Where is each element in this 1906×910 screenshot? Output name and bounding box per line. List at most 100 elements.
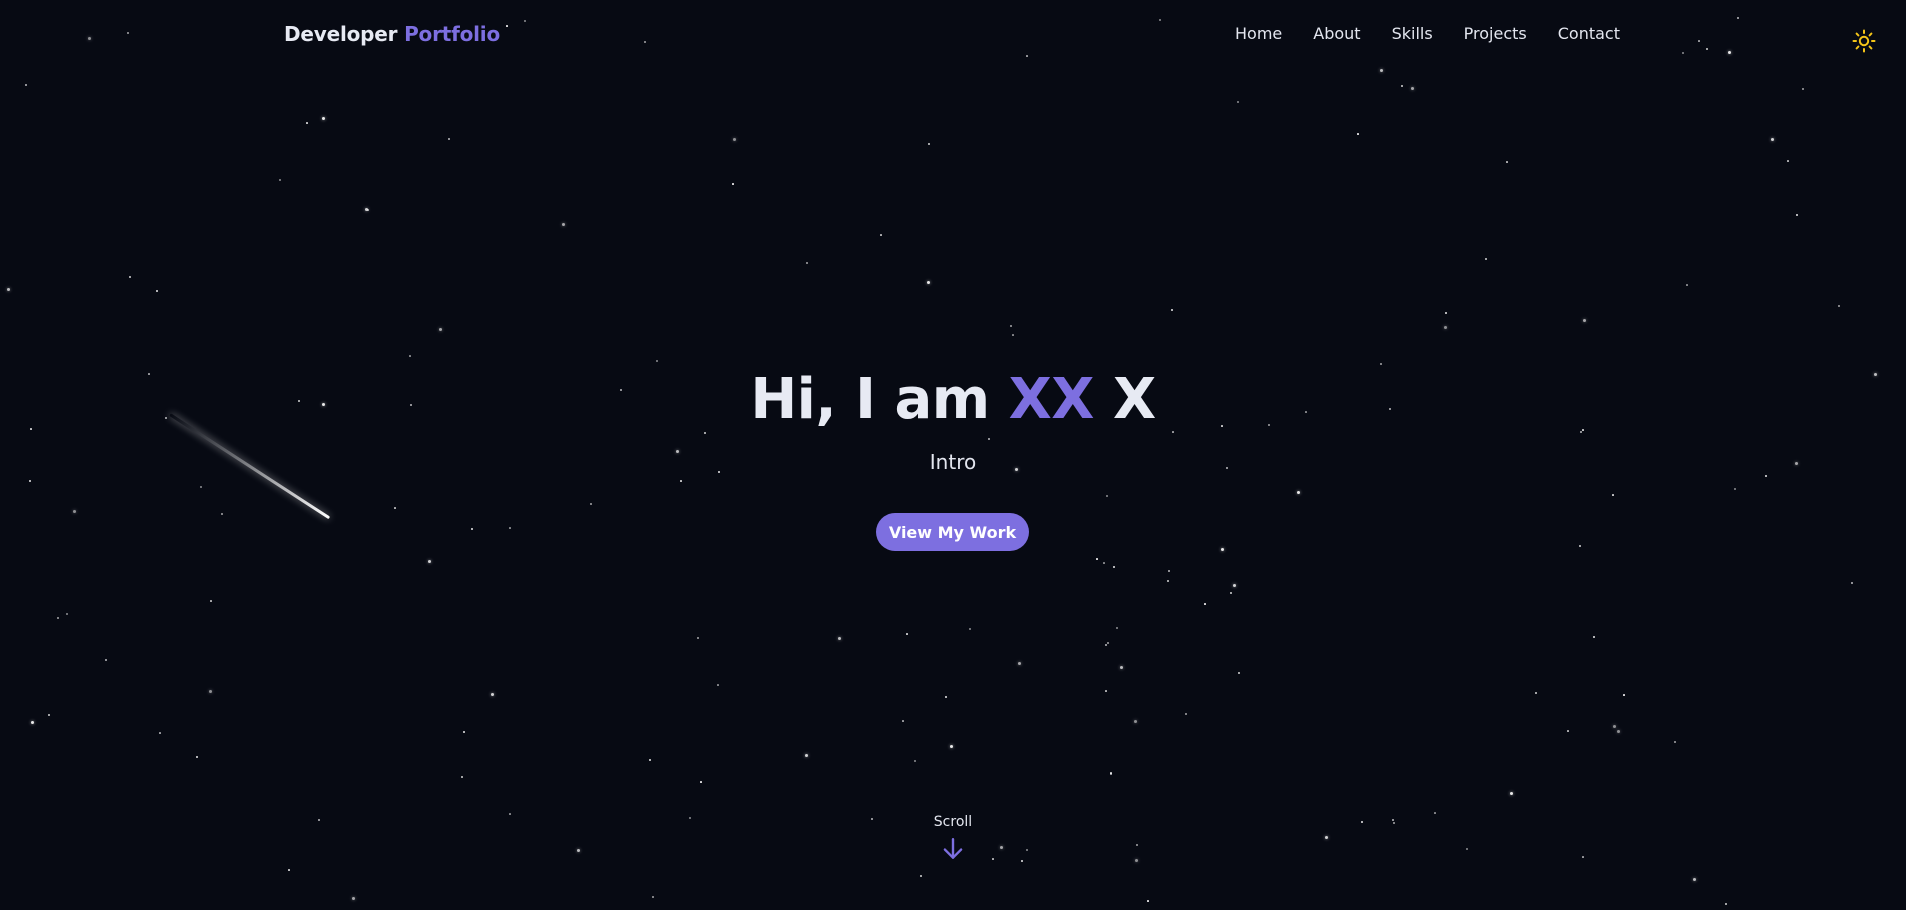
theme-toggle-button[interactable] <box>1851 28 1877 54</box>
star <box>945 696 948 699</box>
star <box>306 122 308 124</box>
star <box>1018 662 1021 665</box>
star <box>491 693 494 696</box>
star <box>1120 666 1123 669</box>
star <box>461 776 464 779</box>
hero-subtitle: Intro <box>929 450 977 474</box>
site-logo[interactable]: Developer Portfolio <box>284 22 500 46</box>
star <box>1411 87 1414 90</box>
hero-section: Developer Portfolio Home About Skills Pr… <box>0 0 1906 910</box>
star <box>880 234 882 236</box>
star <box>927 281 930 284</box>
star <box>1698 40 1700 42</box>
star <box>288 869 290 871</box>
star <box>562 223 565 226</box>
hero-title: Hi, I am XX X <box>0 367 1906 433</box>
star <box>196 756 199 759</box>
star <box>221 513 224 516</box>
star <box>31 721 34 724</box>
star <box>590 503 593 506</box>
star <box>1357 133 1359 135</box>
star <box>409 355 411 357</box>
star <box>969 628 972 631</box>
arrow-down-icon <box>943 838 963 859</box>
star <box>1434 812 1436 814</box>
star <box>1737 17 1740 20</box>
star <box>1392 819 1395 822</box>
star <box>1096 558 1098 560</box>
star <box>838 637 841 640</box>
star <box>439 328 442 331</box>
star <box>1623 694 1625 696</box>
star <box>1728 51 1731 54</box>
star <box>88 37 91 40</box>
star <box>914 760 917 763</box>
star <box>48 714 51 717</box>
star <box>322 117 325 120</box>
star <box>1535 692 1538 695</box>
hero-name-accent: XX <box>1008 367 1095 432</box>
star <box>1168 570 1171 573</box>
star <box>279 179 282 182</box>
star <box>1171 309 1174 312</box>
star <box>1582 856 1584 858</box>
star <box>200 486 203 489</box>
star <box>367 209 369 211</box>
view-my-work-button[interactable]: View My Work <box>876 513 1029 551</box>
star <box>105 659 108 662</box>
star <box>1771 138 1774 141</box>
star <box>73 510 76 513</box>
star <box>1134 720 1137 723</box>
star <box>318 819 321 822</box>
star <box>1682 52 1685 55</box>
star <box>1136 844 1139 847</box>
star <box>805 754 808 757</box>
star <box>1105 690 1107 692</box>
star <box>1851 582 1854 585</box>
star <box>1110 773 1113 776</box>
star <box>1185 713 1188 716</box>
nav-contact[interactable]: Contact <box>1558 24 1620 43</box>
star <box>928 143 931 146</box>
star <box>652 896 655 899</box>
star <box>733 138 736 141</box>
nav-about[interactable]: About <box>1313 24 1360 43</box>
star <box>656 360 659 363</box>
star <box>1802 88 1805 91</box>
star <box>1106 495 1109 498</box>
star <box>1159 19 1162 22</box>
star <box>1230 592 1233 595</box>
star <box>680 480 682 482</box>
star <box>1765 475 1768 478</box>
star <box>156 290 159 293</box>
star <box>950 745 953 748</box>
star <box>1147 900 1149 902</box>
star <box>902 720 904 722</box>
star <box>1734 488 1737 491</box>
star <box>1485 258 1488 261</box>
hero-greeting: Hi, I am <box>750 367 990 432</box>
star <box>1110 772 1112 774</box>
scroll-indicator[interactable]: Scroll <box>903 814 1003 862</box>
star <box>1444 326 1447 329</box>
star <box>1026 849 1029 852</box>
nav-home[interactable]: Home <box>1235 24 1282 43</box>
star <box>1238 672 1241 675</box>
star <box>1113 566 1116 569</box>
star <box>127 32 130 35</box>
star <box>1233 584 1236 587</box>
star <box>25 84 28 87</box>
star <box>1613 725 1616 728</box>
star <box>700 781 702 783</box>
star <box>463 731 466 734</box>
star <box>1838 305 1841 308</box>
nav-skills[interactable]: Skills <box>1392 24 1433 43</box>
nav-projects[interactable]: Projects <box>1464 24 1527 43</box>
star <box>471 528 474 531</box>
star <box>1693 878 1696 881</box>
star <box>1167 580 1170 583</box>
star <box>1380 363 1383 366</box>
star <box>1107 642 1110 645</box>
star <box>1787 160 1789 162</box>
star <box>689 817 692 820</box>
